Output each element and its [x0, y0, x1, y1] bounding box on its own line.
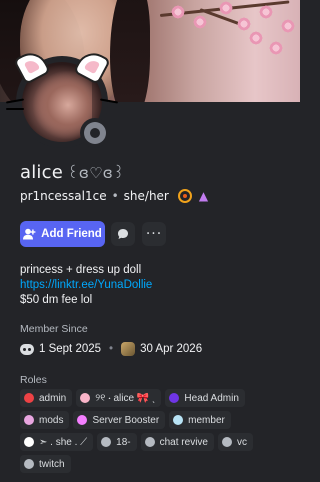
cherry-blossom-decoration [140, 0, 300, 56]
role-color-dot-icon [144, 437, 155, 447]
role-label: admin [39, 392, 67, 404]
role-color-dot-icon [24, 437, 34, 447]
member-since-title: Member Since [20, 323, 88, 335]
bio-line: $50 dm fee lol [20, 294, 93, 306]
name-symbols: ꒰ɞ♡ɞ꒱ [67, 164, 125, 182]
bio: princess + dress up doll https://linktr.… [20, 263, 152, 308]
username[interactable]: pr1ncessal1ce [20, 189, 107, 203]
hypesquad-badge-icon[interactable] [177, 189, 192, 203]
role-chip[interactable]: vc [217, 433, 253, 451]
bio-line: princess + dress up doll [20, 264, 142, 276]
role-color-dot-icon [221, 437, 232, 447]
role-label: Head Admin [184, 392, 239, 404]
role-color-dot-icon [24, 393, 34, 403]
separator: • [111, 189, 119, 203]
pronouns: she/her [123, 189, 169, 203]
role-label: twitch [39, 458, 65, 470]
more-icon: ··· [145, 226, 163, 242]
roles-list: admin ୨୧ ⋅ alice 🎀 ˎ Head Admin mods Server … [20, 389, 288, 473]
message-button[interactable] [111, 222, 135, 246]
role-chip[interactable]: twitch [20, 455, 71, 473]
role-chip[interactable]: chat revive [140, 433, 214, 451]
add-user-icon [23, 228, 36, 240]
display-name-text: alice [20, 162, 64, 183]
role-label: vc [236, 436, 247, 448]
role-color-dot-icon [77, 415, 88, 425]
status-idle-icon [84, 122, 106, 144]
add-friend-button[interactable]: Add Friend [20, 221, 105, 247]
role-label: chat revive [159, 436, 208, 448]
role-chip[interactable]: mods [20, 411, 70, 429]
role-color-dot-icon [169, 393, 180, 403]
chat-bubble-icon [118, 229, 128, 239]
role-chip[interactable]: ୨୧ ⋅ alice 🎀 ˎ [76, 389, 162, 407]
role-color-dot-icon [24, 459, 34, 469]
display-name: alice ꒰ɞ♡ɞ꒱ [20, 162, 125, 183]
discord-join-date: 1 Sept 2025 [39, 343, 102, 355]
role-color-dot-icon [80, 393, 91, 403]
role-chip[interactable]: member [169, 411, 231, 429]
add-friend-label: Add Friend [41, 228, 102, 240]
role-label: ➣ . she . ⟋ [39, 436, 88, 448]
server-join-date: 30 Apr 2026 [140, 343, 203, 355]
triangle-badge-icon[interactable]: ▲ [199, 189, 208, 203]
role-chip[interactable]: 18- [97, 433, 137, 451]
role-label: 18- [116, 436, 131, 448]
role-color-dot-icon [101, 437, 112, 447]
role-label: ୨୧ ⋅ alice 🎀 ˎ [95, 392, 156, 404]
role-chip[interactable]: Server Booster [73, 411, 166, 429]
member-since-row: 1 Sept 2025 • 30 Apr 2026 [20, 342, 202, 356]
role-chip[interactable]: ➣ . she . ⟋ [20, 433, 94, 451]
discord-icon [20, 343, 34, 355]
role-label: Server Booster [92, 414, 160, 426]
role-label: mods [39, 414, 64, 426]
role-color-dot-icon [24, 415, 34, 425]
role-color-dot-icon [173, 415, 184, 425]
roles-title: Roles [20, 374, 47, 386]
role-chip[interactable]: admin [20, 389, 73, 407]
role-label: member [188, 414, 225, 426]
bio-link[interactable]: https://linktr.ee/YunaDollie [20, 278, 152, 293]
username-line: pr1ncessal1ce • she/her ▲ [20, 189, 208, 203]
more-options-button[interactable]: ··· [142, 222, 166, 246]
server-icon [121, 342, 136, 356]
role-chip[interactable]: Head Admin [165, 389, 245, 407]
